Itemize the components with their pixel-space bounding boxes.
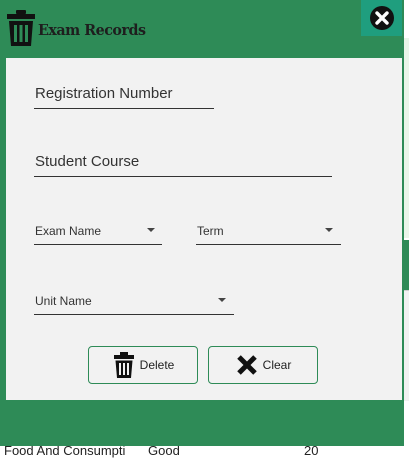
dialog-title: Exam Records [38,21,146,39]
clear-button-label: Clear [262,358,292,372]
background-table-row: Food And Consumpti Good 20 [4,443,409,463]
trash-icon [112,352,136,378]
student-course-field[interactable]: Student Course [34,142,332,177]
registration-number-field[interactable]: Registration Number [34,74,214,109]
student-course-placeholder: Student Course [35,153,140,170]
form-panel: Registration Number Student Course Exam … [6,58,402,400]
unit-name-placeholder: Unit Name [35,294,92,308]
trash-icon [6,10,36,46]
x-icon [235,352,259,378]
exam-name-placeholder: Exam Name [35,224,102,238]
unit-name-dropdown[interactable]: Unit Name [34,284,234,315]
close-circle-icon [369,6,394,30]
close-button[interactable] [361,0,402,36]
registration-number-placeholder: Registration Number [35,85,173,102]
exam-name-dropdown[interactable]: Exam Name [34,214,162,245]
delete-button-label: Delete [139,358,175,372]
term-placeholder: Term [197,224,224,238]
term-dropdown[interactable]: Term [196,214,341,245]
delete-button[interactable]: Delete [88,346,198,384]
dialog-title-bar: Exam Records [6,10,151,46]
clear-button[interactable]: Clear [208,346,318,384]
exam-records-dialog: Exam Records Registration Number Student… [0,0,404,446]
chevron-down-icon [325,228,333,232]
chevron-down-icon [147,228,155,232]
chevron-down-icon [218,298,226,302]
